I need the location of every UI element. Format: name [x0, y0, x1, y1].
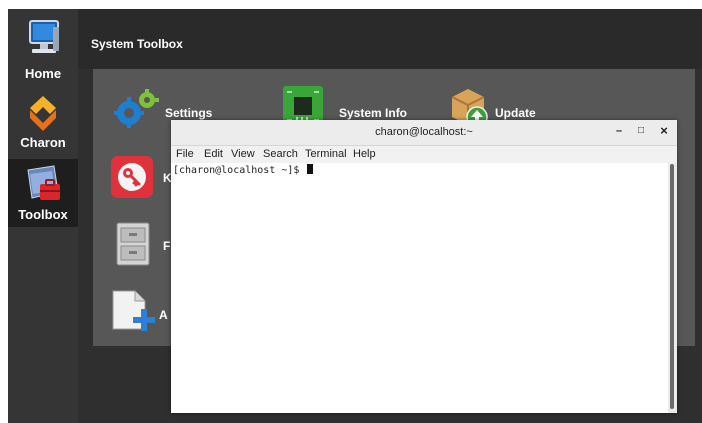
key-icon: [111, 156, 153, 198]
terminal-output[interactable]: [charon@localhost ~]$: [171, 163, 668, 413]
sidebar-item-toolbox[interactable]: Toolbox: [8, 159, 78, 227]
tool-label: Update: [495, 106, 536, 120]
sidebar-item-label: Charon: [20, 135, 66, 150]
filing-cabinet-icon: [116, 222, 150, 266]
page-title: System Toolbox: [91, 37, 183, 51]
text-cursor: [307, 164, 314, 174]
terminal-menubar: File Edit View Search Terminal Help: [171, 146, 677, 163]
sidebar-item-label: Home: [24, 66, 62, 81]
add-document-icon: [112, 290, 155, 331]
tool-label: A: [159, 308, 168, 322]
gears-icon: [114, 89, 159, 128]
toolbox-icon: [27, 165, 60, 200]
charon-logo-icon: [30, 96, 56, 131]
scrollbar-thumb[interactable]: [670, 164, 674, 409]
terminal-title: charon@localhost:~: [375, 126, 473, 138]
maximize-button[interactable]: □: [634, 124, 648, 138]
tool-label: System Info: [339, 106, 408, 120]
terminal-titlebar[interactable]: charon@localhost:~ – □ ×: [171, 120, 677, 146]
close-button[interactable]: ×: [657, 124, 671, 138]
menu-edit[interactable]: Edit: [204, 148, 223, 160]
sidebar-item-label: Toolbox: [18, 207, 68, 222]
monitor-icon: [29, 20, 59, 53]
header-bar: System Toolbox: [78, 9, 702, 69]
sidebar-item-home[interactable]: Home: [8, 9, 78, 81]
menu-terminal[interactable]: Terminal: [305, 148, 347, 160]
tool-label: F: [163, 239, 171, 253]
tool-label: Settings: [165, 106, 213, 120]
menu-view[interactable]: View: [231, 148, 255, 160]
sidebar: Home Charon Toolbox: [8, 9, 78, 423]
minimize-button[interactable]: –: [612, 124, 626, 138]
menu-file[interactable]: File: [176, 148, 194, 160]
terminal-window[interactable]: charon@localhost:~ – □ × File Edit View …: [171, 120, 677, 413]
terminal-scrollbar[interactable]: [668, 163, 677, 413]
sidebar-item-charon[interactable]: Charon: [8, 94, 78, 164]
shell-prompt: [charon@localhost ~]$: [173, 165, 306, 176]
menu-search[interactable]: Search: [263, 148, 298, 160]
menu-help[interactable]: Help: [353, 148, 376, 160]
shell-prompt-line: [charon@localhost ~]$: [173, 164, 314, 176]
